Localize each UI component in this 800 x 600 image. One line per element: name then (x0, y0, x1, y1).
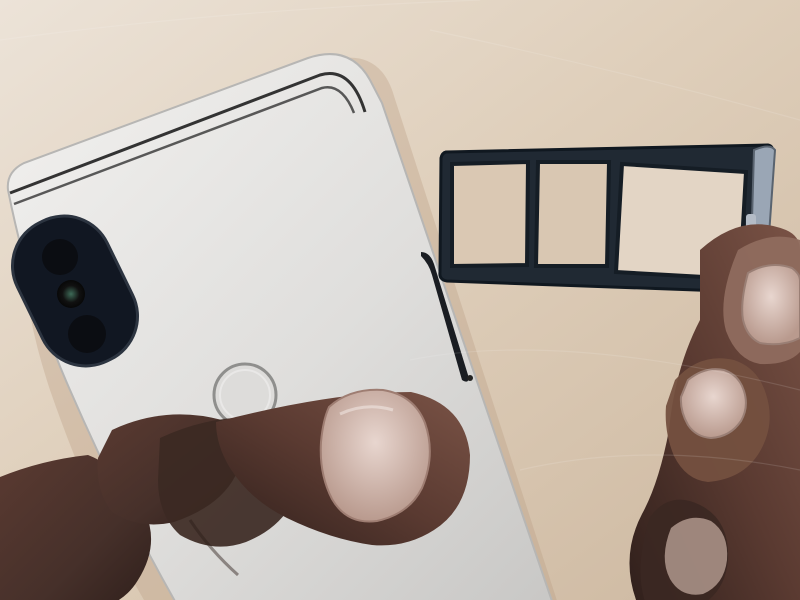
sim-eject-hole (467, 375, 473, 381)
right-hand-nail-top (741, 263, 800, 346)
camera-lens-main (57, 280, 85, 308)
camera-lens-bottom (68, 315, 106, 353)
photo-scene (0, 0, 800, 600)
camera-lens-top (42, 239, 78, 275)
sim-tray-slot-1 (450, 159, 531, 269)
sim-tray-slot-2 (533, 160, 612, 268)
left-thumb-nail (319, 388, 431, 523)
right-hand-lower-nail (664, 517, 728, 595)
right-hand-nail-middle (679, 368, 747, 440)
photo-illustration (0, 0, 800, 600)
